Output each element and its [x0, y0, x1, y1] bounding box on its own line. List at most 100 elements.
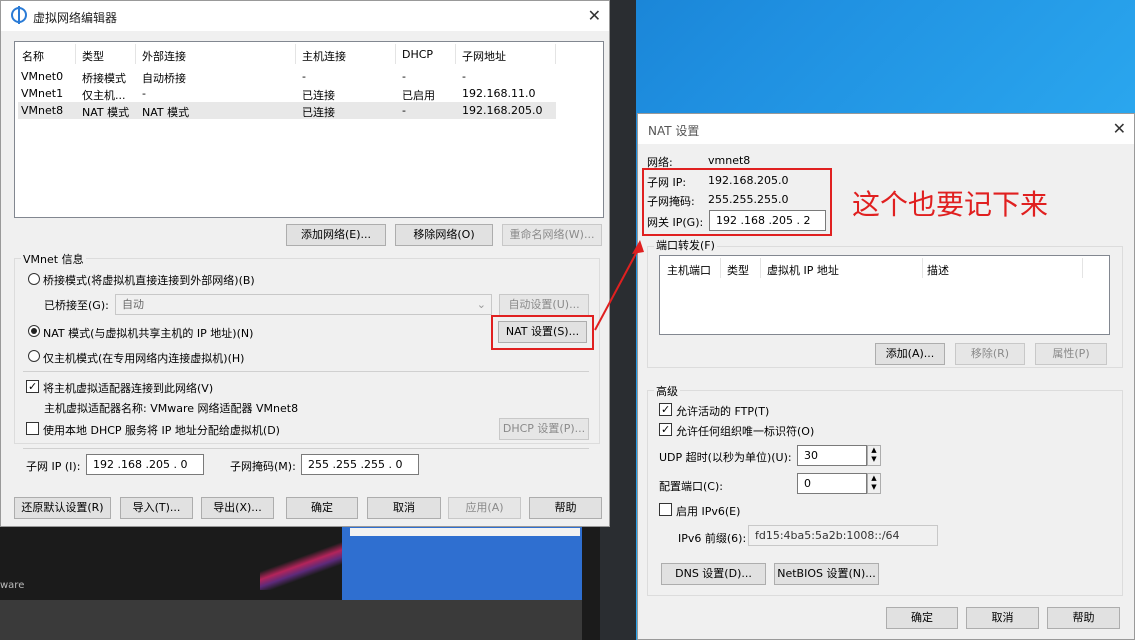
ok-button[interactable]: 确定	[286, 497, 358, 519]
connect-adapter-label[interactable]: 将主机虚拟适配器连接到此网络(V)	[43, 380, 213, 396]
nat-mode-label[interactable]: NAT 模式(与虚拟机共享主机的 IP 地址)(N)	[43, 325, 253, 341]
column-divider	[922, 258, 923, 278]
cell-external: -	[142, 87, 146, 100]
ipv6-prefix-label: IPv6 前缀(6):	[678, 532, 747, 545]
cell-subnet: 192.168.11.0	[462, 87, 536, 100]
bridge-mode-label[interactable]: 桥接模式(将虚拟机直接连接到外部网络)(B)	[43, 272, 255, 288]
bridged-to-value: 自动	[122, 298, 144, 311]
allow-oui-checkbox[interactable]	[659, 423, 672, 436]
cancel-button[interactable]: 取消	[966, 607, 1039, 629]
cell-host: 已连接	[302, 89, 335, 102]
udp-timeout-label: UDP 超时(以秒为单位)(U):	[659, 451, 792, 464]
udp-timeout-field[interactable]: 30	[797, 445, 867, 466]
add-network-button[interactable]: 添加网络(E)...	[286, 224, 386, 246]
table-row-selected[interactable]: VMnet8 NAT 模式 NAT 模式 已连接 - 192.168.205.0	[18, 102, 556, 119]
allow-ftp-checkbox[interactable]	[659, 403, 672, 416]
cell-name: VMnet0	[21, 70, 64, 83]
titlebar: 虚拟网络编辑器 ✕	[1, 1, 609, 31]
column-header-type[interactable]: 类型	[727, 262, 749, 278]
close-icon[interactable]: ✕	[1113, 119, 1126, 138]
use-dhcp-label[interactable]: 使用本地 DHCP 服务将 IP 地址分配给虚拟机(D)	[43, 422, 280, 438]
cell-type: 仅主机...	[82, 89, 126, 102]
cell-dhcp: -	[402, 104, 406, 117]
enable-ipv6-label[interactable]: 启用 IPv6(E)	[676, 503, 740, 519]
annotation-text: 这个也要记下来	[852, 188, 1049, 221]
window-title: 虚拟网络编辑器	[33, 11, 118, 25]
column-header-vm-ip[interactable]: 虚拟机 IP 地址	[767, 262, 839, 278]
column-header-host-port[interactable]: 主机端口	[667, 262, 711, 278]
enable-ipv6-checkbox[interactable]	[659, 503, 672, 516]
subnet-ip-field[interactable]: 192 .168 .205 . 0	[86, 454, 204, 475]
titlebar: NAT 设置 ✕	[638, 114, 1134, 144]
allow-ftp-label[interactable]: 允许活动的 FTP(T)	[676, 403, 769, 419]
subnet-ip-label: 子网 IP (I):	[26, 460, 81, 473]
connect-adapter-checkbox[interactable]	[26, 380, 39, 393]
column-header-type[interactable]: 类型	[82, 48, 104, 64]
adapter-name-label: 主机虚拟适配器名称: VMware 网络适配器 VMnet8	[44, 402, 299, 415]
divider	[23, 448, 589, 449]
column-header-description[interactable]: 描述	[927, 262, 949, 278]
rename-network-button[interactable]: 重命名网络(W)...	[502, 224, 602, 246]
config-port-stepper[interactable]: ▲ ▼	[867, 473, 881, 494]
cell-subnet: -	[462, 70, 466, 83]
cell-external: NAT 模式	[142, 106, 190, 119]
remove-network-button[interactable]: 移除网络(O)	[395, 224, 493, 246]
dns-settings-button[interactable]: DNS 设置(D)...	[661, 563, 766, 585]
cell-dhcp: -	[402, 70, 406, 83]
ipv6-prefix-field[interactable]: fd15:4ba5:5a2b:1008::/64	[748, 525, 938, 546]
bridge-mode-radio[interactable]	[28, 273, 40, 285]
bridged-to-select[interactable]: 自动 ⌄	[115, 294, 492, 315]
column-divider	[295, 44, 296, 64]
udp-timeout-stepper[interactable]: ▲ ▼	[867, 445, 881, 466]
ok-button[interactable]: 确定	[886, 607, 958, 629]
cell-host: 已连接	[302, 106, 335, 119]
subnet-mask-field[interactable]: 255 .255 .255 . 0	[301, 454, 419, 475]
column-header-subnet[interactable]: 子网地址	[462, 48, 506, 64]
properties-button[interactable]: 属性(P)	[1035, 343, 1107, 365]
import-button[interactable]: 导入(T)...	[120, 497, 193, 519]
port-forwarding-title: 端口转发(F)	[654, 237, 717, 253]
close-icon[interactable]: ✕	[588, 6, 601, 25]
add-port-button[interactable]: 添加(A)...	[875, 343, 945, 365]
host-only-label[interactable]: 仅主机模式(在专用网络内连接虚拟机)(H)	[43, 350, 244, 366]
column-divider	[395, 44, 396, 64]
nat-mode-radio[interactable]	[28, 325, 40, 337]
advanced-title: 高级	[654, 383, 680, 399]
table-row[interactable]: VMnet0 桥接模式 自动桥接 - - -	[18, 68, 556, 85]
annotation-box-gateway	[642, 168, 832, 236]
background-bottom	[0, 600, 582, 640]
network-list[interactable]: 名称 类型 外部连接 主机连接 DHCP 子网地址 VMnet0 桥接模式 自动…	[14, 41, 604, 218]
table-row[interactable]: VMnet1 仅主机... - 已连接 已启用 192.168.11.0	[18, 85, 556, 102]
column-divider	[720, 258, 721, 278]
apply-button[interactable]: 应用(A)	[448, 497, 521, 519]
network-value: vmnet8	[708, 154, 751, 167]
cell-host: -	[302, 70, 306, 83]
column-header-dhcp[interactable]: DHCP	[402, 48, 433, 61]
remove-port-button[interactable]: 移除(R)	[955, 343, 1025, 365]
export-button[interactable]: 导出(X)...	[201, 497, 274, 519]
column-divider	[135, 44, 136, 64]
config-port-label: 配置端口(C):	[659, 480, 723, 493]
cancel-button[interactable]: 取消	[367, 497, 441, 519]
chevron-down-icon: ⌄	[476, 298, 486, 311]
window-title: NAT 设置	[648, 124, 700, 138]
dhcp-settings-button[interactable]: DHCP 设置(P)...	[499, 418, 589, 440]
auto-settings-button[interactable]: 自动设置(U)...	[499, 294, 589, 316]
cell-subnet: 192.168.205.0	[462, 104, 543, 117]
column-divider	[555, 44, 556, 64]
netbios-settings-button[interactable]: NetBIOS 设置(N)...	[774, 563, 879, 585]
config-port-field[interactable]: 0	[797, 473, 867, 494]
host-only-radio[interactable]	[28, 350, 40, 362]
allow-oui-label[interactable]: 允许任何组织唯一标识符(O)	[676, 423, 814, 439]
cell-external: 自动桥接	[142, 72, 186, 85]
column-header-external[interactable]: 外部连接	[142, 48, 186, 64]
help-button[interactable]: 帮助	[1047, 607, 1120, 629]
column-header-host[interactable]: 主机连接	[302, 48, 346, 64]
help-button[interactable]: 帮助	[529, 497, 602, 519]
use-dhcp-checkbox[interactable]	[26, 422, 39, 435]
bridged-to-label: 已桥接至(G):	[44, 299, 109, 312]
virtual-network-editor-window: 虚拟网络编辑器 ✕ 名称 类型 外部连接 主机连接 DHCP 子网地址 VMne…	[0, 0, 610, 527]
port-forwarding-list[interactable]: 主机端口 类型 虚拟机 IP 地址 描述	[659, 255, 1110, 335]
restore-defaults-button[interactable]: 还原默认设置(R)	[14, 497, 111, 519]
column-header-name[interactable]: 名称	[22, 48, 44, 64]
